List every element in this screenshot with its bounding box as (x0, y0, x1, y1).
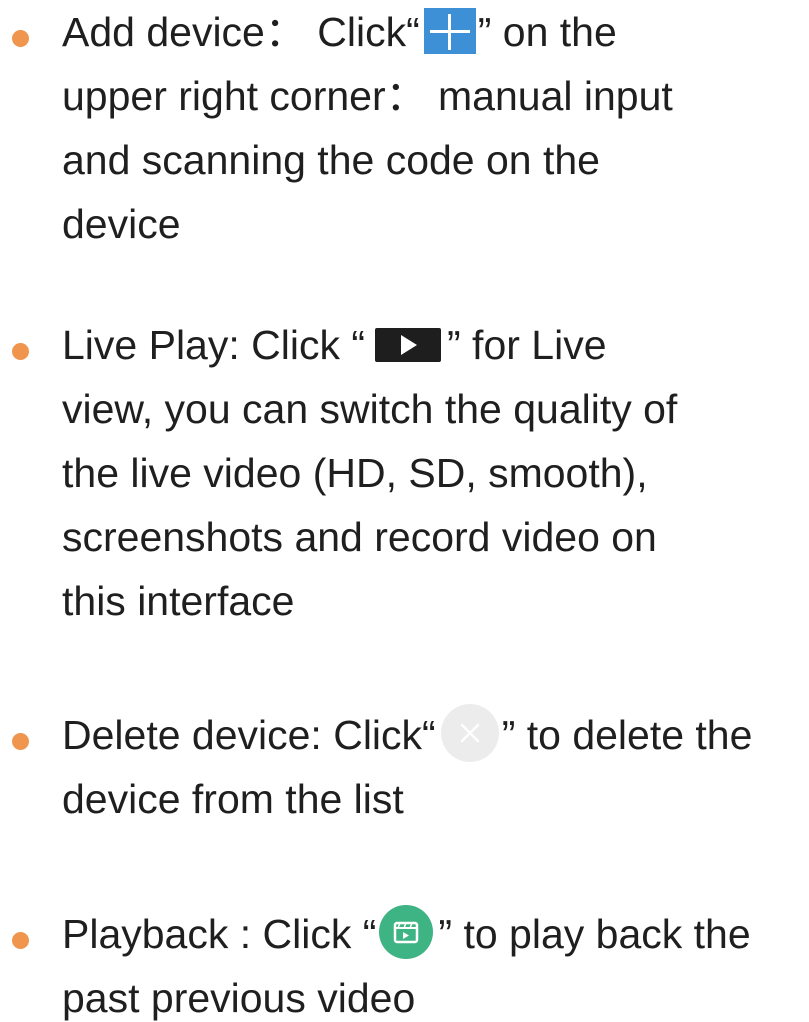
bullet-dot (12, 343, 29, 360)
text-segment: ” for Live (447, 322, 607, 368)
text-line: device from the list (62, 776, 404, 822)
bullet-dot (12, 733, 29, 750)
text-line: the live video (HD, SD, smooth), (62, 450, 648, 496)
text-segment: ” on the (477, 9, 617, 55)
text-segment: Playback : Click “ (62, 911, 377, 957)
bullet-dot (12, 30, 29, 47)
close-icon (440, 703, 500, 763)
text-line: this interface (62, 578, 295, 624)
text-segment: Live Play: Click “ (62, 322, 366, 368)
text-line: Live Play: Click “ ” for Live (62, 321, 607, 369)
text-line: screenshots and record video on (62, 514, 657, 560)
text-line: Add device： Click“ ” on the (62, 8, 617, 56)
text-line: and scanning the code on the (62, 137, 600, 183)
text-line: Delete device: Click“ ” to delete the (62, 704, 753, 763)
text-segment: Delete device: Click“ (62, 712, 436, 758)
text-line: device (62, 201, 181, 247)
play-icon (375, 328, 442, 363)
text-line: view, you can switch the quality of (62, 386, 678, 432)
text-line: Playback : Click “ ” to play back the (62, 905, 751, 960)
text-segment: Add device： Click“ (62, 9, 420, 55)
text-segment: ” to play back the (438, 911, 751, 957)
playback-icon (378, 904, 434, 960)
plus-icon (423, 8, 476, 55)
text-line: upper right corner： manual input (62, 73, 673, 119)
text-segment: ” to delete the (501, 712, 753, 758)
text-line: past previous video (62, 975, 416, 1021)
bullet-dot (12, 932, 29, 949)
